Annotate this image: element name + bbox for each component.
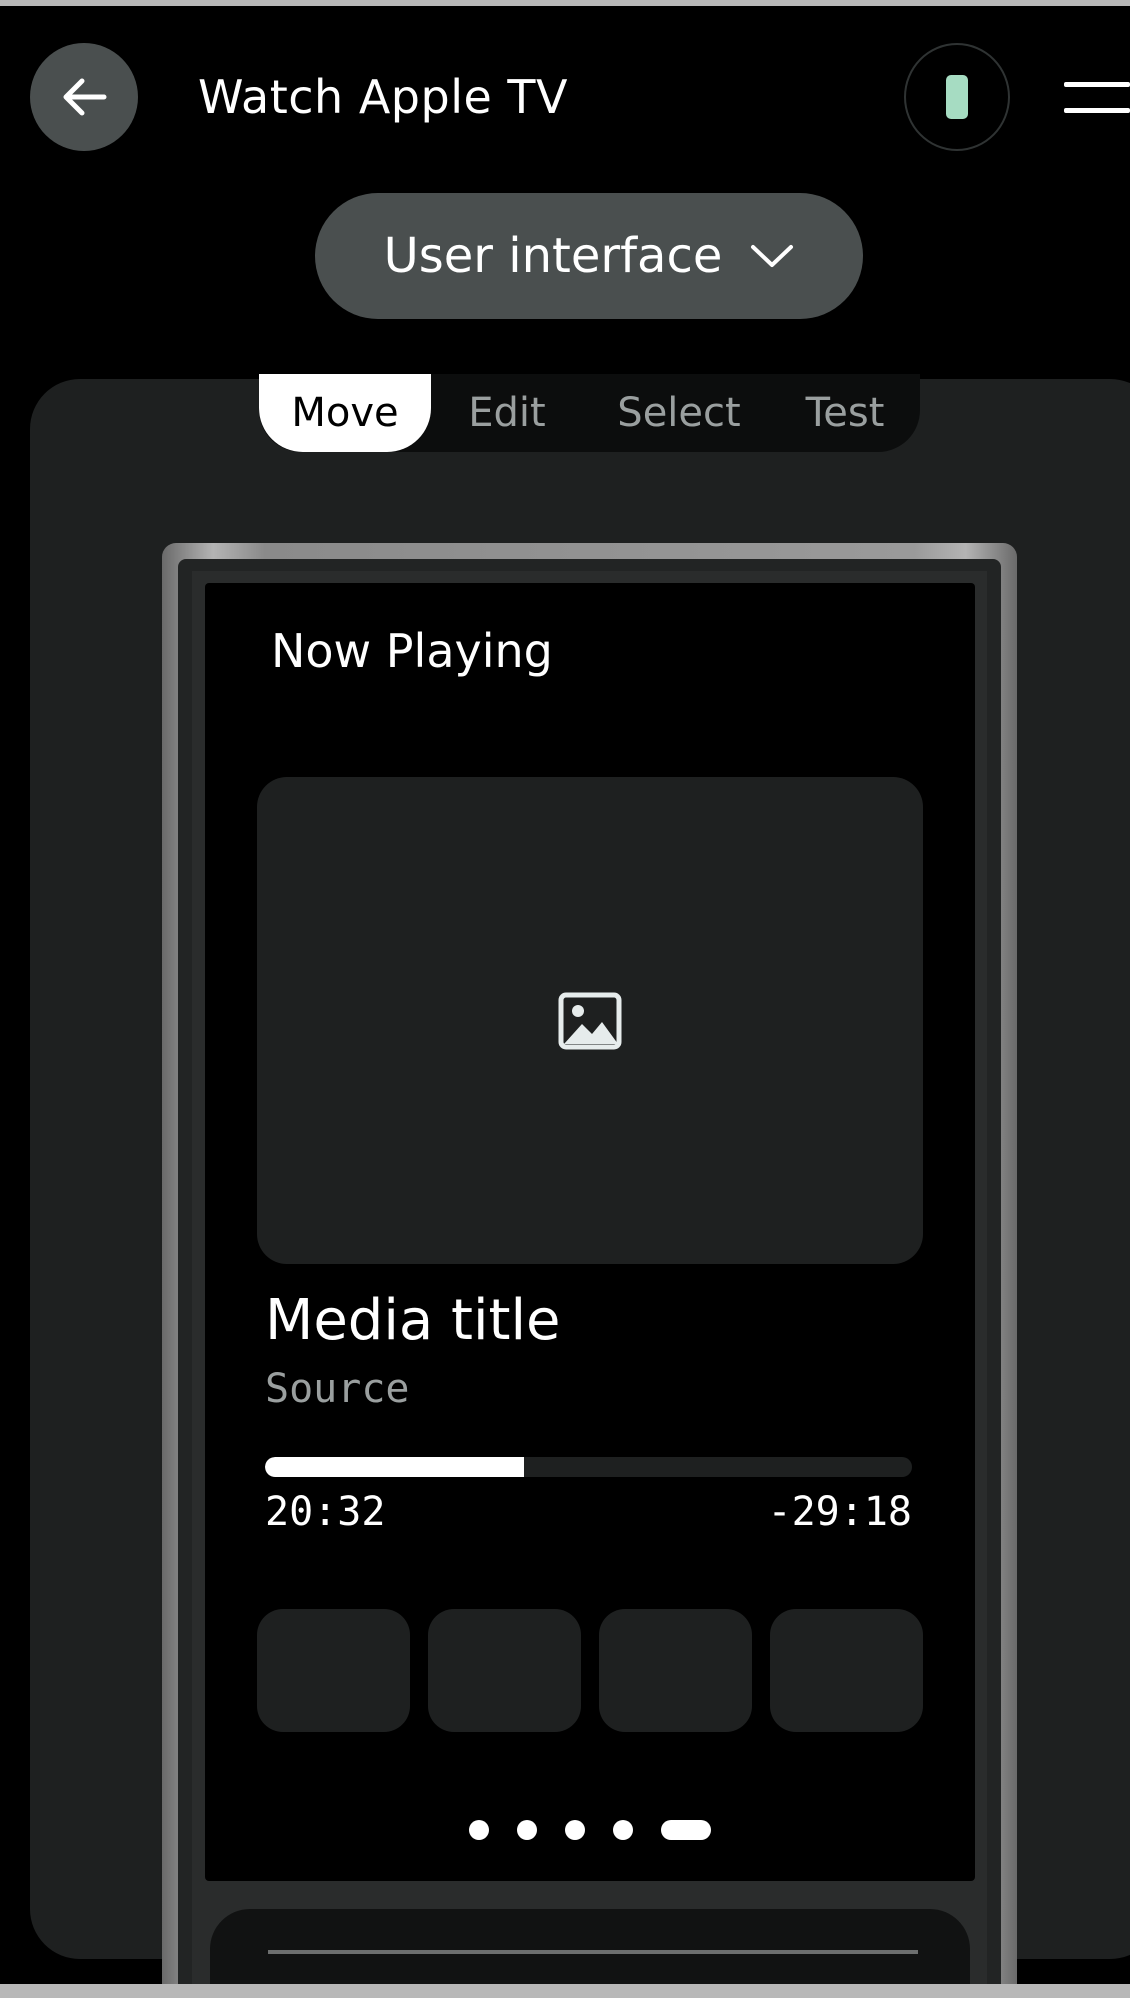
page-dot-4 (613, 1820, 633, 1840)
mode-tabs: Move Edit Select Test (259, 374, 920, 452)
page-dot-3 (565, 1820, 585, 1840)
page-dot-1 (469, 1820, 489, 1840)
page-indicator (469, 1819, 711, 1841)
menu-button[interactable] (1064, 78, 1130, 118)
control-button-1[interactable] (257, 1609, 410, 1732)
image-placeholder-icon (558, 992, 622, 1049)
media-artwork (257, 777, 923, 1264)
view-dropdown[interactable]: User interface (315, 193, 863, 319)
hamburger-menu-icon-bar (1064, 108, 1130, 113)
tab-select[interactable]: Select (583, 374, 775, 452)
tab-edit[interactable]: Edit (431, 374, 583, 452)
tab-test[interactable]: Test (775, 374, 915, 452)
time-elapsed: 20:32 (265, 1489, 386, 1535)
now-playing-heading: Now Playing (271, 624, 553, 678)
time-remaining: -29:18 (767, 1489, 913, 1535)
arrow-left-icon (63, 78, 107, 116)
tab-move[interactable]: Move (259, 374, 431, 452)
media-source: Source (265, 1366, 410, 1412)
dropdown-label: User interface (383, 228, 723, 284)
playback-progress-bar[interactable] (265, 1457, 912, 1477)
media-title: Media title (265, 1288, 561, 1353)
remote-device-icon (946, 75, 968, 119)
app-frame: Watch Apple TV User interface Move Edit … (0, 0, 1130, 1998)
remote-hardware-button-edge (268, 1950, 918, 1954)
control-button-2[interactable] (428, 1609, 581, 1732)
device-button[interactable] (904, 43, 1010, 151)
page-dot-5 (661, 1820, 711, 1840)
playback-progress-fill (265, 1457, 524, 1477)
chevron-down-icon (751, 245, 794, 267)
hamburger-menu-icon (1064, 82, 1130, 87)
control-button-4[interactable] (770, 1609, 923, 1732)
page-dot-2 (517, 1820, 537, 1840)
page-title: Watch Apple TV (198, 70, 568, 124)
back-button[interactable] (30, 43, 138, 151)
control-button-3[interactable] (599, 1609, 752, 1732)
